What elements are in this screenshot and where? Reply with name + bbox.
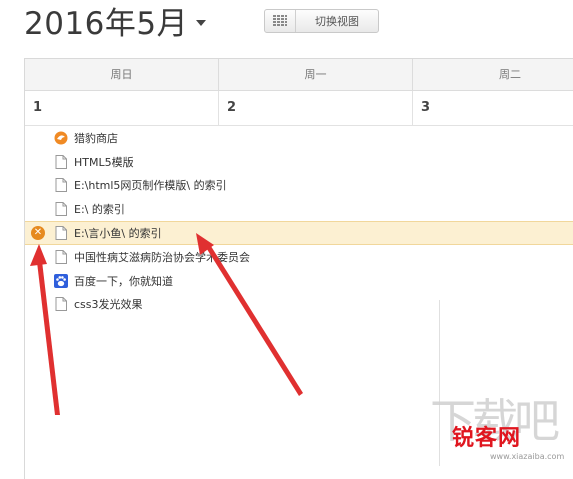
date-row: 1 2 3 bbox=[25, 91, 573, 126]
page-icon bbox=[54, 178, 68, 193]
date-cell-1[interactable]: 1 bbox=[25, 91, 219, 125]
bookmark-item[interactable]: HTML5模版 bbox=[25, 150, 573, 174]
bookmark-title: 猎豹商店 bbox=[74, 131, 118, 145]
watermark-brand: 锐客网 bbox=[452, 426, 522, 451]
switch-view-button[interactable]: 切换视图 bbox=[264, 9, 379, 33]
month-title: 2016年5月 bbox=[24, 6, 189, 42]
page-icon bbox=[54, 226, 68, 241]
bookmark-item[interactable]: css3发光效果 bbox=[25, 293, 573, 317]
bookmark-title: 百度一下，你就知道 bbox=[74, 274, 173, 288]
bookmark-title: 中国性病艾滋病防治协会学术委员会 bbox=[74, 250, 250, 264]
caret-down-icon bbox=[196, 19, 207, 26]
bookmark-item[interactable]: 百度一下，你就知道 bbox=[25, 269, 573, 293]
month-selector[interactable]: 2016年5月 bbox=[24, 0, 207, 43]
weekday-sunday: 周日 bbox=[25, 59, 219, 90]
date-cell-3[interactable]: 3 bbox=[413, 91, 573, 125]
bookmark-title: E:\ 的索引 bbox=[74, 203, 125, 217]
cheetah-store-icon bbox=[54, 131, 68, 145]
bookmark-list: 猎豹商店 HTML5模版 E:\html5网页制作模版\ 的索引 E:\ 的索引… bbox=[25, 126, 573, 316]
bookmark-item[interactable]: 猎豹商店 bbox=[25, 126, 573, 150]
grid-icon bbox=[265, 10, 296, 32]
bookmark-title: css3发光效果 bbox=[74, 298, 143, 312]
switch-view-label: 切换视图 bbox=[315, 15, 359, 28]
page-icon bbox=[54, 249, 68, 264]
bookmark-item[interactable]: E:\html5网页制作模版\ 的索引 bbox=[25, 174, 573, 198]
page-icon bbox=[54, 297, 68, 312]
watermark-url: www.xiazaiba.com bbox=[490, 452, 565, 461]
bookmark-item[interactable]: 中国性病艾滋病防治协会学术委员会 bbox=[25, 245, 573, 269]
weekday-tuesday: 周二 bbox=[499, 68, 521, 81]
date-cell-2[interactable]: 2 bbox=[219, 91, 413, 125]
bookmark-title: E:\html5网页制作模版\ 的索引 bbox=[74, 179, 227, 193]
weekday-header: 周日 周一 周二 bbox=[25, 59, 573, 91]
weekday-monday: 周一 bbox=[219, 59, 413, 90]
bookmark-title: E:\言小鱼\ 的索引 bbox=[74, 227, 162, 241]
bookmark-item[interactable]: E:\ 的索引 bbox=[25, 197, 573, 221]
page-icon bbox=[54, 154, 68, 169]
baidu-paw-icon bbox=[54, 273, 68, 288]
bookmark-item-selected[interactable]: ✕ E:\言小鱼\ 的索引 bbox=[25, 221, 573, 245]
delete-bookmark-button[interactable]: ✕ bbox=[31, 226, 45, 241]
bookmark-title: HTML5模版 bbox=[74, 155, 134, 169]
page-icon bbox=[54, 202, 68, 217]
